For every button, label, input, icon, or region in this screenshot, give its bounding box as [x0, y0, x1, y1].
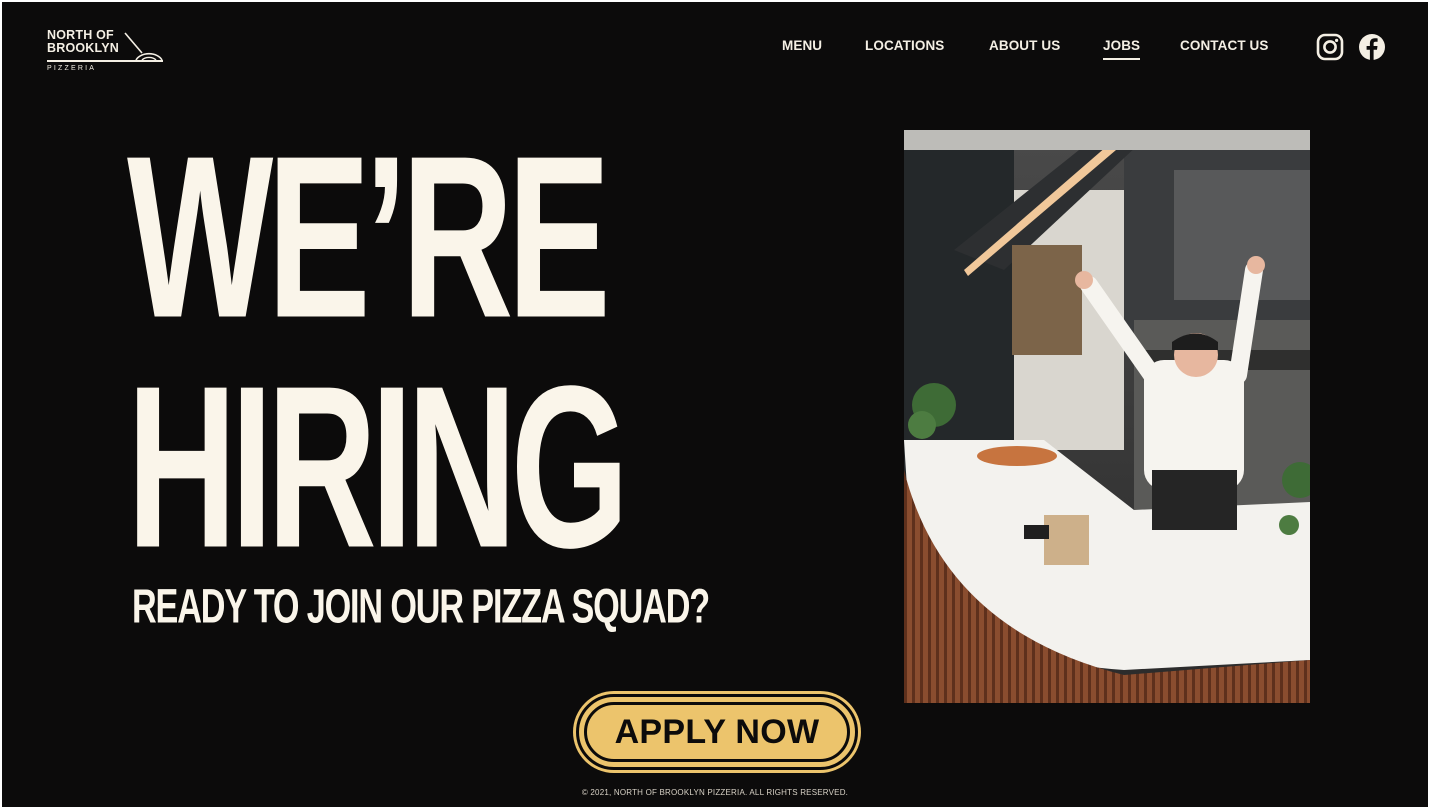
apply-now-button[interactable]: APPLY NOW	[576, 694, 858, 770]
hero-photo	[904, 130, 1310, 703]
brand-subtitle: PIZZERIA	[47, 65, 97, 72]
hero-title-line2: HIRING	[127, 338, 629, 597]
hero-title-line1: WE’RE	[127, 108, 611, 367]
facebook-icon[interactable]	[1358, 33, 1386, 61]
brand-logo[interactable]: NORTH OF BROOKLYN PIZZERIA	[47, 29, 167, 75]
nav-item-contact-us[interactable]: CONTACT US	[1180, 38, 1269, 53]
logo-divider	[47, 60, 163, 62]
social-links	[1316, 33, 1386, 61]
nav-item-jobs[interactable]: JOBS	[1103, 38, 1141, 60]
pizza-peel-icon	[124, 32, 163, 61]
page: NORTH OF BROOKLYN PIZZERIA MENU LOCATION…	[2, 2, 1428, 807]
nav-item-menu[interactable]: MENU	[782, 38, 822, 53]
footer-copyright: © 2021, NORTH OF BROOKLYN PIZZERIA. ALL …	[581, 788, 849, 797]
apply-now-label: APPLY NOW	[614, 712, 820, 751]
nav-item-locations[interactable]: LOCATIONS	[865, 38, 944, 53]
instagram-icon[interactable]	[1316, 33, 1344, 61]
nav-item-about-us[interactable]: ABOUT US	[989, 38, 1060, 53]
hero-subheading: READY TO JOIN OUR PIZZA SQUAD?	[132, 578, 710, 634]
